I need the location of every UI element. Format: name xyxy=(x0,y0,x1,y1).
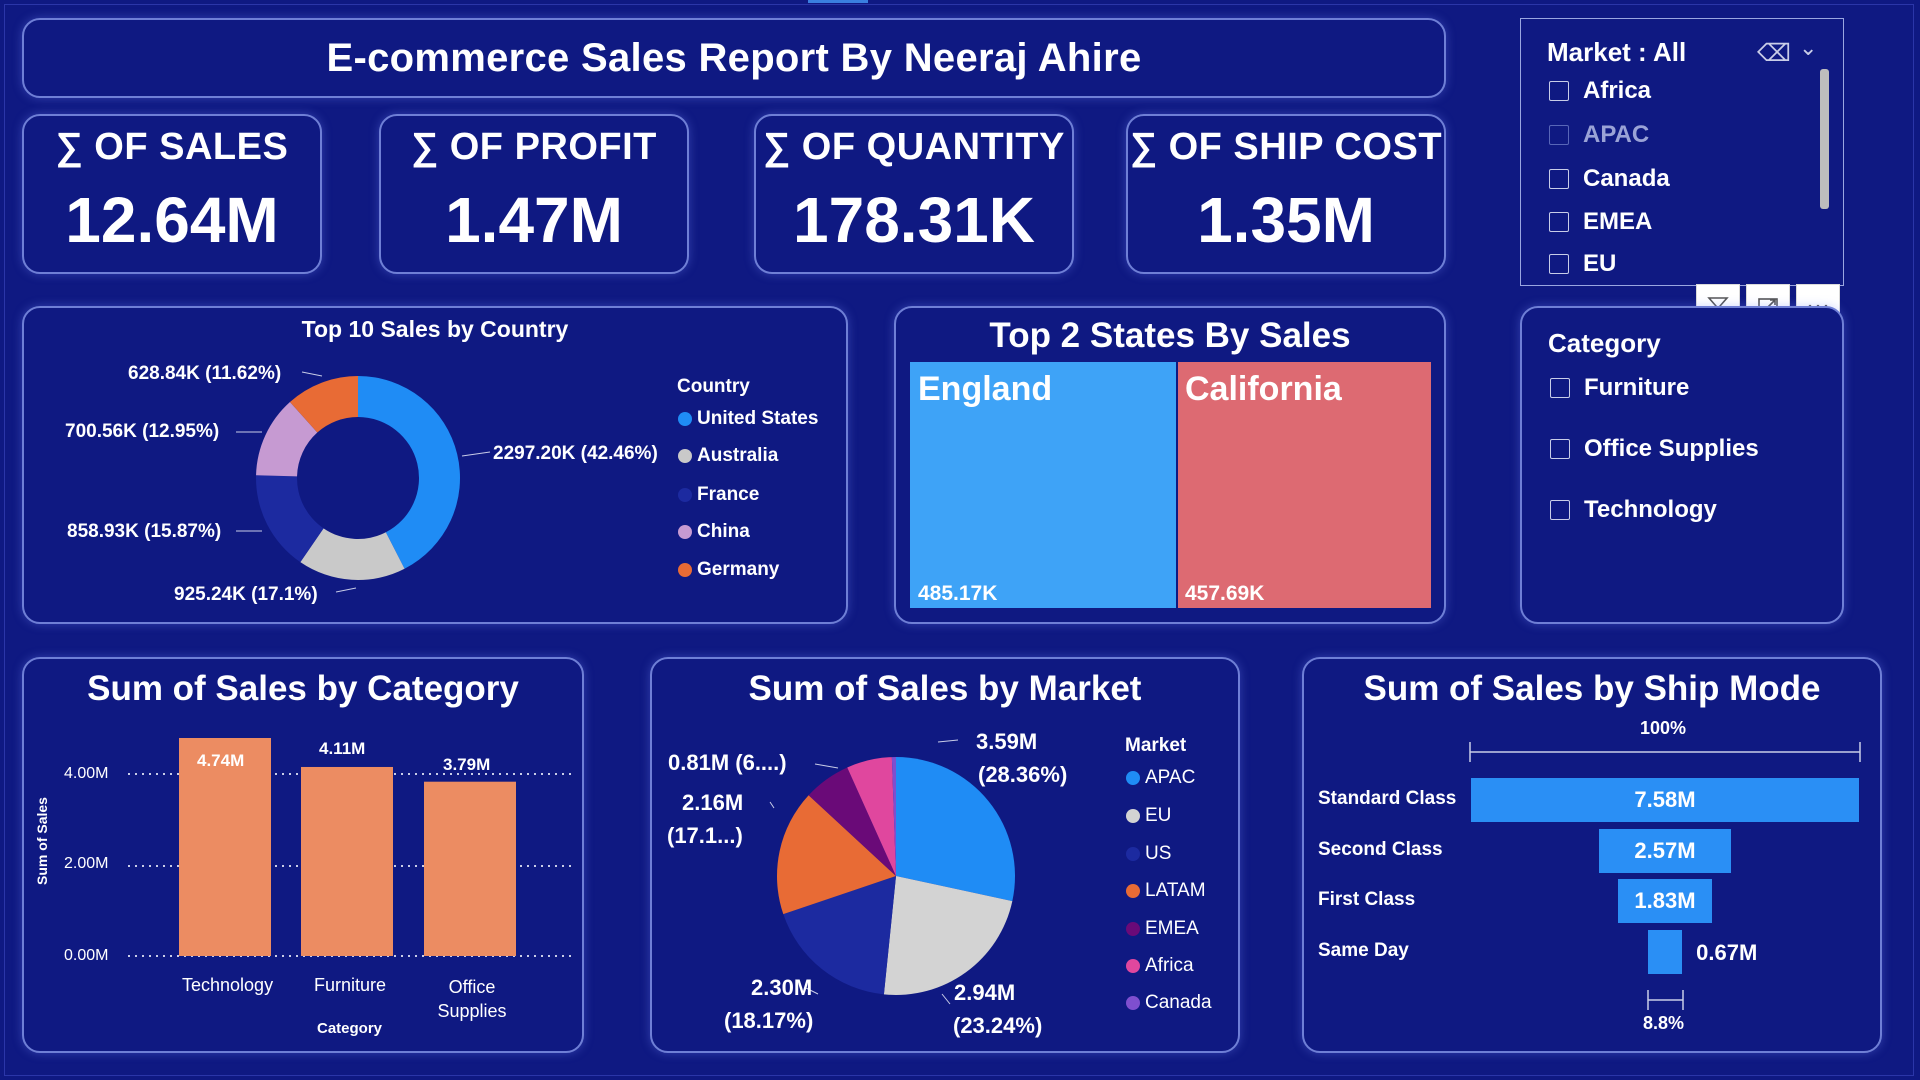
funnel-bar-value: 2.57M xyxy=(1634,838,1696,863)
funnel-bar[interactable]: 7.58M xyxy=(1471,778,1859,822)
funnel-bar-value-outside: 0.67M xyxy=(1696,940,1758,965)
funnel-bar[interactable]: 2.57M xyxy=(1599,829,1731,873)
funnel-category-label: Standard Class xyxy=(1318,788,1457,809)
funnel-bar[interactable] xyxy=(1647,930,1683,974)
funnel-bar[interactable]: 1.83M xyxy=(1618,879,1712,923)
funnel-category-label: Second Class xyxy=(1318,839,1443,860)
funnel-category-label: Same Day xyxy=(1318,940,1409,961)
funnel-bar-value: 7.58M xyxy=(1634,787,1696,812)
funnel-bar-value: 1.83M xyxy=(1634,888,1696,913)
funnel-bottom-percent: 8.8% xyxy=(1643,1013,1685,1033)
funnel-category-label: First Class xyxy=(1318,889,1416,910)
funnel-top-percent: 100% xyxy=(1640,718,1687,738)
